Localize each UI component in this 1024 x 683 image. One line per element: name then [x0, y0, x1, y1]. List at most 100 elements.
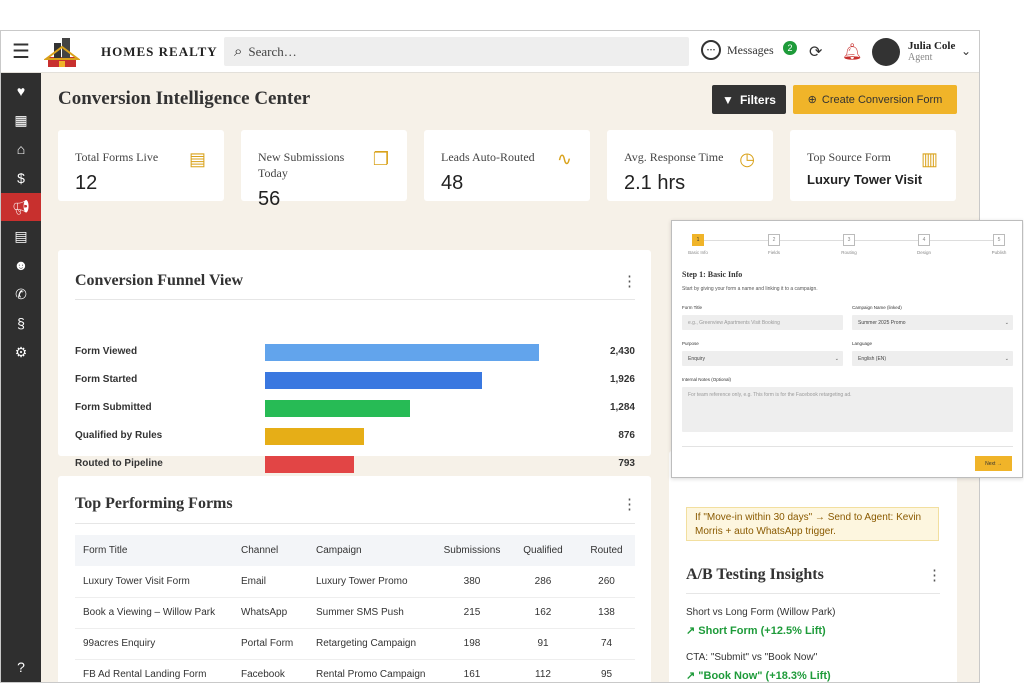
properties-icon[interactable]: ⌂ [1, 135, 41, 163]
campaign-value: Summer 2025 Promo [858, 319, 906, 326]
funnel-value: 876 [618, 430, 635, 441]
bell-icon[interactable]: 🔔︎ [842, 42, 862, 62]
route-icon: ∿ [556, 149, 572, 169]
language-value: English (EN) [858, 355, 887, 362]
table-row[interactable]: 99acres Enquiry Portal Form Retargeting Ca… [75, 628, 635, 660]
wizard-step-4[interactable]: 4 [918, 234, 930, 246]
funnel-label: Form Viewed [75, 346, 138, 357]
table-cell: 260 [578, 566, 635, 598]
funnel-bar [265, 372, 482, 389]
kpi-value: 48 [441, 172, 464, 194]
column-header[interactable]: Channel [233, 535, 308, 566]
create-conversion-form-button[interactable]: ⊕ Create Conversion Form [793, 85, 957, 114]
plus-circle-icon: ⊕ [807, 94, 817, 106]
wizard-step-5[interactable]: 5 [993, 234, 1005, 246]
chevron-down-icon: ⌄ [1004, 319, 1009, 326]
building-icon[interactable]: ▤ [1, 222, 41, 250]
chevron-down-icon[interactable]: ⌄ [961, 44, 971, 58]
user-menu[interactable]: Julia Cole Agent [908, 40, 955, 63]
more-options-icon[interactable]: ⋮ [927, 566, 942, 584]
step-label: Routing [841, 250, 857, 255]
more-options-icon[interactable]: ⋮ [622, 272, 637, 290]
clock-icon: ◷ [739, 149, 755, 169]
menu-icon[interactable]: ☰ [1, 31, 41, 73]
notes-textarea[interactable]: For team reference only, e.g. This form … [682, 387, 1013, 432]
more-options-icon[interactable]: ⋮ [622, 495, 637, 513]
help-icon[interactable]: ? [1, 653, 41, 681]
table-cell: Portal Form [233, 628, 308, 660]
trend-up-icon: ↗ [686, 670, 699, 682]
table-row[interactable]: FB Ad Rental Landing Form Facebook Rental … [75, 659, 635, 682]
wizard-step-1[interactable]: 1 [692, 234, 704, 246]
company-logo[interactable] [41, 31, 83, 73]
ab-test-name: Short vs Long Form (Willow Park) [686, 607, 836, 618]
heart-icon[interactable]: ♥ [1, 77, 41, 105]
dashboard-icon[interactable]: ▦ [1, 106, 41, 134]
forms-title: Top Performing Forms [75, 495, 233, 512]
wizard-step-3[interactable]: 3 [843, 234, 855, 246]
table-cell: Book a Viewing – Willow Park [75, 597, 233, 629]
divider [686, 593, 940, 594]
column-header[interactable]: Submissions [436, 535, 508, 566]
gear-icon[interactable]: ⚙ [1, 338, 41, 366]
kpi-label: Avg. Response Time [624, 150, 724, 164]
purpose-select[interactable]: Enquiry ⌄ [682, 351, 843, 366]
search-icon: ⌕ [234, 43, 243, 60]
funnel-row[interactable]: Qualified by Rules 876 [75, 426, 635, 446]
kpi-value: Luxury Tower Visit [807, 172, 923, 187]
funnel-value: 793 [618, 458, 635, 469]
form-title-input[interactable]: e.g., Greenview Apartments Visit Booking [682, 315, 843, 330]
filters-label: Filters [739, 92, 776, 107]
search-input[interactable]: ⌕ Search… [224, 37, 689, 66]
ab-test-winner: ↗ "Book Now" (+18.3% Lift) [686, 669, 831, 682]
megaphone-icon[interactable]: 📢︎ [1, 193, 41, 221]
funnel-label: Form Submitted [75, 402, 152, 413]
column-header[interactable]: Qualified [508, 535, 578, 566]
phone-icon[interactable]: ✆ [1, 280, 41, 308]
kpi-card[interactable]: Leads Auto-Routed 48 ∿ [424, 130, 590, 201]
table-cell: 95 [578, 659, 635, 682]
contacts-icon[interactable]: ☻ [1, 251, 41, 279]
table-row[interactable]: Luxury Tower Visit Form Email Luxury Tower… [75, 566, 635, 598]
step-label: Fields [767, 250, 780, 255]
funnel-title: Conversion Funnel View [75, 272, 244, 289]
kpi-card[interactable]: New Submissions Today 56 ❐ [241, 130, 407, 210]
table-cell: Facebook [233, 659, 308, 682]
table-cell: 112 [508, 659, 578, 682]
wizard-step-2[interactable]: 2 [768, 234, 780, 246]
table-row[interactable]: Book a Viewing – Willow Park WhatsApp Summ… [75, 597, 635, 629]
kpi-card[interactable]: Top Source Form Luxury Tower Visit ▥ [790, 130, 956, 201]
step-label: Design [916, 250, 931, 255]
funnel-row[interactable]: Form Submitted 1,284 [75, 398, 635, 418]
funnel-row[interactable]: Form Started 1,926 [75, 370, 635, 390]
filters-button[interactable]: ▼ Filters [712, 85, 786, 114]
column-header[interactable]: Campaign [308, 535, 436, 566]
column-header[interactable]: Routed [578, 535, 635, 566]
funnel-bar [265, 344, 539, 361]
table-cell: 91 [508, 628, 578, 660]
messages-button[interactable]: ··· Messages [701, 40, 774, 60]
invoice-icon[interactable]: § [1, 309, 41, 337]
document-icon: ▤ [188, 149, 206, 169]
avatar[interactable] [872, 38, 900, 66]
purpose-value: Enquiry [688, 355, 705, 362]
next-button[interactable]: Next → [975, 456, 1012, 471]
funnel-row[interactable]: Routed to Pipeline 793 [75, 454, 635, 474]
form-wizard-panel: 1 Basic Info 2 Fields 3 Routing 4 Design… [671, 220, 1023, 478]
campaign-select[interactable]: Summer 2025 Promo ⌄ [852, 315, 1013, 330]
language-label: Language [852, 341, 873, 346]
table-cell: FB Ad Rental Landing Form [75, 659, 233, 682]
funnel-bar [265, 400, 410, 417]
column-header[interactable]: Form Title [75, 535, 233, 566]
table-cell: Retargeting Campaign [308, 628, 436, 660]
kpi-card[interactable]: Avg. Response Time 2.1 hrs ◷ [607, 130, 773, 201]
sync-icon[interactable]: ⟳ [809, 42, 822, 62]
wizard-title: Step 1: Basic Info [682, 270, 743, 279]
language-select[interactable]: English (EN) ⌄ [852, 351, 1013, 366]
funnel-label: Qualified by Rules [75, 430, 163, 441]
funnel-row[interactable]: Form Viewed 2,430 [75, 342, 635, 362]
dollar-icon[interactable]: $ [1, 164, 41, 192]
search-placeholder: Search… [248, 43, 297, 59]
kpi-card[interactable]: Total Forms Live 12 ▤ [58, 130, 224, 201]
funnel-label: Form Started [75, 374, 138, 385]
